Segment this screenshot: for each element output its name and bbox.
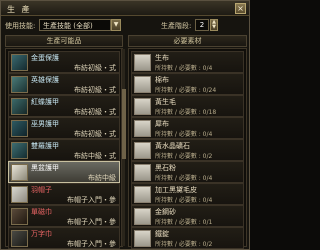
item-name: 金蛋保護: [31, 54, 59, 62]
grade-label: 生產階段:: [161, 22, 192, 30]
item-skill: 布紡初級・式: [74, 64, 116, 72]
material-row[interactable]: 生布 所持數 / 必要數 : 0/4: [131, 51, 244, 73]
powder-icon: [134, 164, 151, 181]
item-skill: 布帽子入門・參: [67, 218, 116, 226]
skill-label: 使用技能:: [5, 22, 36, 30]
item-name: 羽帽子: [31, 186, 52, 194]
material-name: 金鋼砂: [155, 208, 176, 216]
material-name: 黑石粉: [155, 164, 176, 172]
list-item[interactable]: 万字巾 布帽子入門・參: [8, 227, 120, 249]
list-item[interactable]: 單磁巾 布帽子入門・參: [8, 205, 120, 227]
material-count: 所持數 / 必要數 : 0/2: [155, 153, 213, 160]
skill-dropdown[interactable]: 生產技能 (全部): [39, 19, 111, 31]
item-skill: 布帽子入門・參: [67, 196, 116, 204]
material-count: 所持數 / 必要數 : 0/18: [155, 109, 217, 116]
cloth-icon: [134, 54, 151, 71]
material-count: 所持數 / 必要數 : 0/4: [155, 65, 213, 72]
list-item[interactable]: 英雄保護 布紡初級・式: [8, 73, 120, 95]
grade-input[interactable]: 2: [195, 19, 209, 31]
materials-list: 生布 所持數 / 必要數 : 0/4 棉布 所持數 / 必要數 : 0/24 黃…: [128, 48, 247, 249]
material-name: 棉布: [155, 76, 169, 84]
item-name: 英雄保護: [31, 76, 59, 84]
armor-icon: [11, 54, 28, 71]
list-item-selected[interactable]: 黑盆護甲 布紡中級: [8, 161, 120, 183]
scrollbar-thumb[interactable]: [122, 89, 126, 159]
item-skill: 布紡中級: [88, 174, 116, 182]
material-count: 所持數 / 必要數 : 0/4: [155, 175, 213, 182]
material-name: 鐵錠: [155, 230, 169, 238]
material-count: 所持數 / 必要數 : 0/4: [155, 131, 213, 138]
armor-icon: [11, 98, 28, 115]
hat-icon: [11, 208, 28, 225]
material-count: 所持數 / 必要數 : 0/2: [155, 241, 213, 248]
material-name: 黃水晶礦石: [155, 142, 190, 150]
item-name: 紅蝶護甲: [31, 98, 59, 106]
list-item[interactable]: 羽帽子 布帽子入門・參: [8, 183, 120, 205]
item-name: 單磁巾: [31, 208, 52, 216]
item-skill: 布紡初級・式: [74, 86, 116, 94]
close-icon: ×: [237, 4, 244, 13]
ore-icon: [134, 142, 151, 159]
chevron-down-icon: ▼: [113, 21, 119, 28]
list-item[interactable]: 巫男護甲 布紡初級・式: [8, 117, 120, 139]
list-item[interactable]: 雙羅護甲 布紡中級・式: [8, 139, 120, 161]
material-count: 所持數 / 必要數 : 0/24: [155, 87, 217, 94]
material-name: 黃生毛: [155, 98, 176, 106]
producible-list: 金蛋保護 布紡初級・式 英雄保護 布紡初級・式 紅蝶護甲 布紡初級・式 巫男護甲…: [5, 48, 126, 249]
leather-icon: [134, 186, 151, 203]
list-item[interactable]: 紅蝶護甲 布紡初級・式: [8, 95, 120, 117]
material-row[interactable]: 犀布 所持數 / 必要數 : 0/4: [131, 117, 244, 139]
material-name: 加工黑黛毛皮: [155, 186, 197, 194]
item-skill: 布帽子入門・參: [67, 240, 116, 248]
armor-icon: [11, 120, 28, 137]
hat-icon: [11, 230, 28, 247]
list-item[interactable]: 金蛋保護 布紡初級・式: [8, 51, 120, 73]
item-skill: 布紡初級・式: [74, 108, 116, 116]
material-name: 犀布: [155, 120, 169, 128]
material-row[interactable]: 黑石粉 所持數 / 必要數 : 0/4: [131, 161, 244, 183]
material-row[interactable]: 棉布 所持數 / 必要數 : 0/24: [131, 73, 244, 95]
dropdown-arrow-button[interactable]: ▼: [111, 19, 121, 31]
wool-icon: [134, 98, 151, 115]
title-bar[interactable]: 生 產 ×: [1, 1, 249, 16]
filter-row: 使用技能: 生產技能 (全部) ▼ 生產階段: 2 ▲ ▼: [1, 17, 249, 34]
materials-header: 必要素材: [128, 35, 247, 47]
grade-stepper[interactable]: ▲ ▼: [210, 19, 218, 31]
item-skill: 布紡中級・式: [74, 152, 116, 160]
item-name: 万字巾: [31, 230, 52, 238]
item-name: 雙羅護甲: [31, 142, 59, 150]
hat-icon: [11, 186, 28, 203]
material-count: 所持數 / 必要數 : 0/1: [155, 219, 213, 226]
material-row[interactable]: 鐵錠 所持數 / 必要數 : 0/2: [131, 227, 244, 249]
sand-icon: [134, 208, 151, 225]
stepper-down-icon[interactable]: ▼: [211, 25, 217, 30]
item-name: 巫男護甲: [31, 120, 59, 128]
window-title: 生 產: [7, 5, 32, 14]
armor-icon: [11, 164, 28, 181]
material-row[interactable]: 黃水晶礦石 所持數 / 必要數 : 0/2: [131, 139, 244, 161]
material-row[interactable]: 金鋼砂 所持數 / 必要數 : 0/1: [131, 205, 244, 227]
item-skill: 布紡初級・式: [74, 130, 116, 138]
producible-header: 生產可能品: [5, 35, 123, 47]
ingot-icon: [134, 230, 151, 247]
item-name: 黑盆護甲: [31, 164, 59, 172]
list-scrollbar[interactable]: [121, 49, 126, 246]
armor-icon: [11, 142, 28, 159]
armor-icon: [11, 76, 28, 93]
material-name: 生布: [155, 54, 169, 62]
close-button[interactable]: ×: [235, 3, 246, 14]
material-count: 所持數 / 必要數 : 0/4: [155, 197, 213, 204]
production-window: 生 產 × 使用技能: 生產技能 (全部) ▼ 生產階段: 2 ▲ ▼ 生產可能…: [0, 0, 250, 250]
material-row[interactable]: 加工黑黛毛皮 所持數 / 必要數 : 0/4: [131, 183, 244, 205]
cloth-icon: [134, 76, 151, 93]
material-row[interactable]: 黃生毛 所持數 / 必要數 : 0/18: [131, 95, 244, 117]
cloth-icon: [134, 120, 151, 137]
